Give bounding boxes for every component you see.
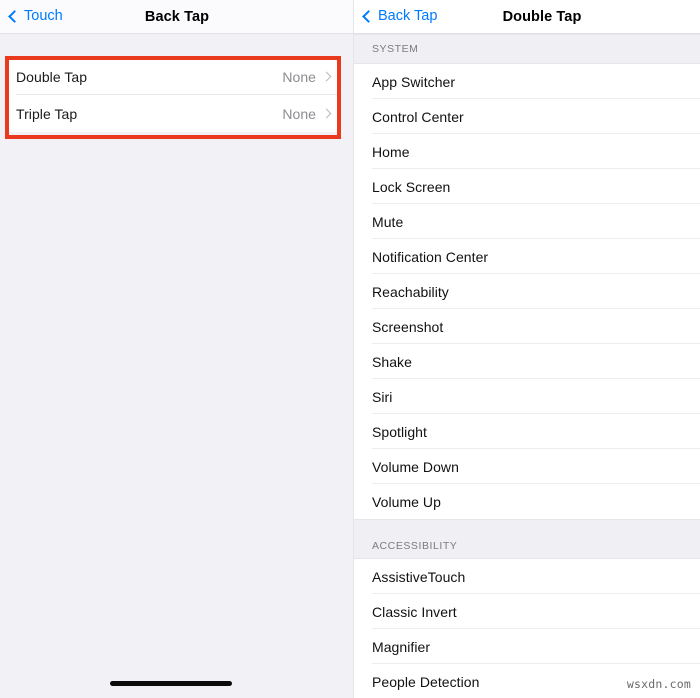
list-item[interactable]: AssistiveTouch xyxy=(354,559,700,594)
double-tap-action-list[interactable]: SYSTEM App Switcher Control Center Home … xyxy=(354,34,700,698)
list-item-label: Volume Up xyxy=(372,493,441,510)
left-nav-bar: Touch Back Tap xyxy=(0,0,354,33)
list-item-label: AssistiveTouch xyxy=(372,568,466,585)
chevron-right-icon xyxy=(321,108,332,119)
home-indicator-left xyxy=(110,681,232,686)
left-panel-body: Double Tap None Triple Tap None xyxy=(0,34,354,698)
list-item[interactable]: App Switcher xyxy=(354,64,700,99)
list-item-label: People Detection xyxy=(372,673,480,690)
list-item-label: Volume Down xyxy=(372,458,459,475)
list-item[interactable]: Classic Invert xyxy=(354,594,700,629)
row-double-tap-value: None xyxy=(282,68,316,85)
list-item[interactable]: Control Center xyxy=(354,99,700,134)
list-item-label: Magnifier xyxy=(372,638,431,655)
section-header-system: SYSTEM xyxy=(354,34,700,64)
dual-phone-screenshot: Touch Back Tap Double Tap None Triple Ta… xyxy=(0,0,700,698)
list-item[interactable]: Volume Down xyxy=(354,449,700,484)
section-header-accessibility: ACCESSIBILITY xyxy=(354,519,700,559)
list-item-label: Siri xyxy=(372,388,393,405)
left-back-label: Touch xyxy=(24,8,63,25)
row-triple-tap-label: Triple Tap xyxy=(16,105,78,122)
list-item-label: Spotlight xyxy=(372,423,427,440)
back-tap-settings-group: Double Tap None Triple Tap None xyxy=(7,58,339,132)
panel-divider xyxy=(353,0,354,698)
list-item[interactable]: Reachability xyxy=(354,274,700,309)
right-phone-panel: Back Tap Double Tap SYSTEM App Switcher … xyxy=(354,0,700,698)
right-nav-bar: Back Tap Double Tap xyxy=(354,0,700,33)
chevron-left-icon xyxy=(362,10,375,23)
list-item-label: Mute xyxy=(372,213,404,230)
row-triple-tap-value: None xyxy=(282,105,316,122)
right-back-label: Back Tap xyxy=(378,8,438,25)
list-item[interactable]: Spotlight xyxy=(354,414,700,449)
chevron-right-icon xyxy=(321,71,332,82)
list-item[interactable]: Shake xyxy=(354,344,700,379)
list-item-label: Control Center xyxy=(372,108,464,125)
left-back-button[interactable]: Touch xyxy=(0,9,63,24)
list-item[interactable]: Magnifier xyxy=(354,629,700,664)
list-item-label: Classic Invert xyxy=(372,603,457,620)
list-item-label: Home xyxy=(372,143,410,160)
list-item-label: Lock Screen xyxy=(372,178,451,195)
list-item[interactable]: Volume Up xyxy=(354,484,700,519)
left-phone-panel: Touch Back Tap Double Tap None Triple Ta… xyxy=(0,0,354,698)
list-item[interactable]: Screenshot xyxy=(354,309,700,344)
row-triple-tap[interactable]: Triple Tap None xyxy=(7,95,339,132)
list-item-label: Reachability xyxy=(372,283,449,300)
row-double-tap-label: Double Tap xyxy=(16,68,88,85)
right-page-title: Double Tap xyxy=(502,8,582,25)
right-back-button[interactable]: Back Tap xyxy=(354,9,437,24)
list-item[interactable]: Mute xyxy=(354,204,700,239)
list-item-label: App Switcher xyxy=(372,73,456,90)
row-double-tap[interactable]: Double Tap None xyxy=(7,58,339,95)
left-page-title: Back Tap xyxy=(144,8,210,25)
list-item-label: Shake xyxy=(372,353,412,370)
list-item-label: Notification Center xyxy=(372,248,489,265)
section-header-accessibility-label: ACCESSIBILITY xyxy=(372,540,458,552)
list-item[interactable]: Notification Center xyxy=(354,239,700,274)
section-header-system-label: SYSTEM xyxy=(372,43,419,55)
list-item[interactable]: Siri xyxy=(354,379,700,414)
site-watermark: wsxdn.com xyxy=(626,677,691,691)
chevron-left-icon xyxy=(8,10,21,23)
list-item[interactable]: Home xyxy=(354,134,700,169)
list-item-label: Screenshot xyxy=(372,318,444,335)
list-item[interactable]: Lock Screen xyxy=(354,169,700,204)
